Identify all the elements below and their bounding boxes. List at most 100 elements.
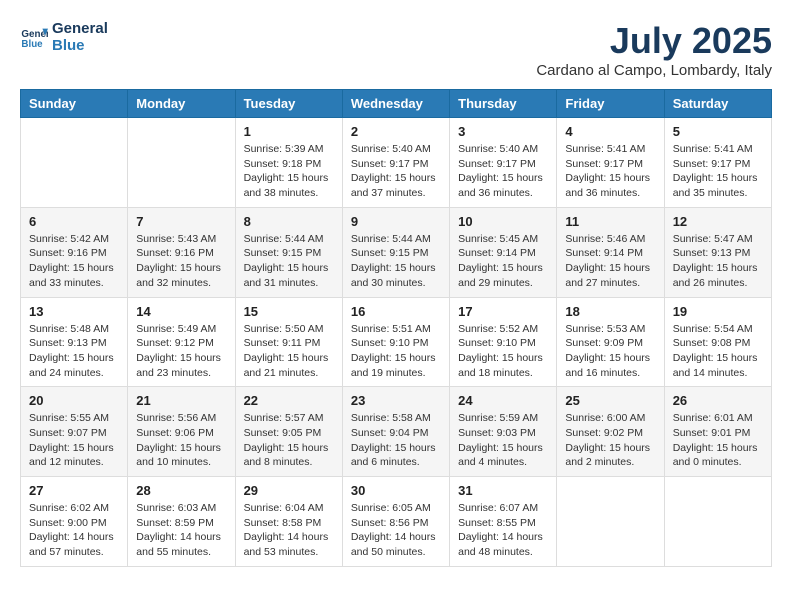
calendar-table: SundayMondayTuesdayWednesdayThursdayFrid… bbox=[20, 89, 772, 567]
calendar-cell bbox=[557, 477, 664, 567]
calendar-week-5: 27 Sunrise: 6:02 AMSunset: 9:00 PMDayligh… bbox=[21, 477, 772, 567]
title-block: July 2025 Cardano al Campo, Lombardy, It… bbox=[536, 20, 772, 79]
day-info: Sunrise: 5:59 AMSunset: 9:03 PMDaylight:… bbox=[458, 411, 548, 470]
calendar-week-1: 1 Sunrise: 5:39 AMSunset: 9:18 PMDaylight… bbox=[21, 118, 772, 208]
calendar-cell: 17 Sunrise: 5:52 AMSunset: 9:10 PMDayligh… bbox=[450, 297, 557, 387]
calendar-cell: 24 Sunrise: 5:59 AMSunset: 9:03 PMDayligh… bbox=[450, 387, 557, 477]
day-number: 12 bbox=[673, 214, 763, 229]
calendar-cell bbox=[21, 118, 128, 208]
calendar-header-saturday: Saturday bbox=[664, 90, 771, 118]
calendar-cell: 4Sunrise: 5:41 AMSunset: 9:17 PMDaylight… bbox=[557, 118, 664, 208]
day-number: 11 bbox=[565, 214, 655, 229]
day-number: 31 bbox=[458, 483, 548, 498]
calendar-header-friday: Friday bbox=[557, 90, 664, 118]
calendar-cell: 16 Sunrise: 5:51 AMSunset: 9:10 PMDayligh… bbox=[342, 297, 449, 387]
day-info: Sunrise: 5:46 AMSunset: 9:14 PMDaylight:… bbox=[565, 232, 655, 291]
calendar-body: 1 Sunrise: 5:39 AMSunset: 9:18 PMDaylight… bbox=[21, 118, 772, 567]
day-number: 22 bbox=[244, 393, 334, 408]
day-info: Sunrise: 5:42 AMSunset: 9:16 PMDaylight:… bbox=[29, 232, 119, 291]
logo-line1: General bbox=[52, 20, 108, 37]
calendar-header-thursday: Thursday bbox=[450, 90, 557, 118]
month-title: July 2025 bbox=[536, 20, 772, 62]
calendar-week-3: 13Sunrise: 5:48 AMSunset: 9:13 PMDayligh… bbox=[21, 297, 772, 387]
day-info: Sunrise: 5:41 AMSunset: 9:17 PMDaylight:… bbox=[673, 142, 763, 201]
day-info: Sunrise: 6:07 AMSunset: 8:55 PMDaylight:… bbox=[458, 501, 548, 560]
day-info: Sunrise: 5:55 AMSunset: 9:07 PMDaylight:… bbox=[29, 411, 119, 470]
calendar-cell: 5Sunrise: 5:41 AMSunset: 9:17 PMDaylight… bbox=[664, 118, 771, 208]
day-info: Sunrise: 5:43 AMSunset: 9:16 PMDaylight:… bbox=[136, 232, 226, 291]
day-number: 3 bbox=[458, 124, 548, 139]
day-info: Sunrise: 5:44 AMSunset: 9:15 PMDaylight:… bbox=[351, 232, 441, 291]
svg-text:Blue: Blue bbox=[21, 39, 43, 50]
day-info: Sunrise: 5:40 AMSunset: 9:17 PMDaylight:… bbox=[458, 142, 548, 201]
calendar-cell bbox=[128, 118, 235, 208]
day-info: Sunrise: 5:40 AMSunset: 9:17 PMDaylight:… bbox=[351, 142, 441, 201]
day-number: 25 bbox=[565, 393, 655, 408]
calendar-cell: 27 Sunrise: 6:02 AMSunset: 9:00 PMDayligh… bbox=[21, 477, 128, 567]
calendar-cell: 26 Sunrise: 6:01 AMSunset: 9:01 PMDayligh… bbox=[664, 387, 771, 477]
day-info: Sunrise: 5:48 AMSunset: 9:13 PMDaylight:… bbox=[29, 322, 119, 381]
day-info: Sunrise: 5:51 AMSunset: 9:10 PMDaylight:… bbox=[351, 322, 441, 381]
day-number: 26 bbox=[673, 393, 763, 408]
calendar-header-tuesday: Tuesday bbox=[235, 90, 342, 118]
day-number: 19 bbox=[673, 304, 763, 319]
day-info: Sunrise: 6:01 AMSunset: 9:01 PMDaylight:… bbox=[673, 411, 763, 470]
calendar-cell: 19 Sunrise: 5:54 AMSunset: 9:08 PMDayligh… bbox=[664, 297, 771, 387]
day-info: Sunrise: 6:02 AMSunset: 9:00 PMDaylight:… bbox=[29, 501, 119, 560]
calendar-week-4: 20 Sunrise: 5:55 AMSunset: 9:07 PMDayligh… bbox=[21, 387, 772, 477]
calendar-cell: 18Sunrise: 5:53 AMSunset: 9:09 PMDayligh… bbox=[557, 297, 664, 387]
day-info: Sunrise: 5:45 AMSunset: 9:14 PMDaylight:… bbox=[458, 232, 548, 291]
calendar-cell: 9 Sunrise: 5:44 AMSunset: 9:15 PMDaylight… bbox=[342, 207, 449, 297]
logo-line2: Blue bbox=[52, 37, 108, 54]
calendar-cell: 29Sunrise: 6:04 AMSunset: 8:58 PMDayligh… bbox=[235, 477, 342, 567]
day-info: Sunrise: 5:52 AMSunset: 9:10 PMDaylight:… bbox=[458, 322, 548, 381]
calendar-header-sunday: Sunday bbox=[21, 90, 128, 118]
calendar-cell: 14 Sunrise: 5:49 AMSunset: 9:12 PMDayligh… bbox=[128, 297, 235, 387]
calendar-cell: 23 Sunrise: 5:58 AMSunset: 9:04 PMDayligh… bbox=[342, 387, 449, 477]
calendar-week-2: 6 Sunrise: 5:42 AMSunset: 9:16 PMDaylight… bbox=[21, 207, 772, 297]
day-number: 8 bbox=[244, 214, 334, 229]
day-info: Sunrise: 6:00 AMSunset: 9:02 PMDaylight:… bbox=[565, 411, 655, 470]
day-number: 1 bbox=[244, 124, 334, 139]
calendar-header-row: SundayMondayTuesdayWednesdayThursdayFrid… bbox=[21, 90, 772, 118]
calendar-cell: 3 Sunrise: 5:40 AMSunset: 9:17 PMDaylight… bbox=[450, 118, 557, 208]
calendar-cell: 13Sunrise: 5:48 AMSunset: 9:13 PMDayligh… bbox=[21, 297, 128, 387]
day-number: 28 bbox=[136, 483, 226, 498]
day-number: 20 bbox=[29, 393, 119, 408]
calendar-cell: 20 Sunrise: 5:55 AMSunset: 9:07 PMDayligh… bbox=[21, 387, 128, 477]
calendar-cell: 2 Sunrise: 5:40 AMSunset: 9:17 PMDaylight… bbox=[342, 118, 449, 208]
day-info: Sunrise: 5:47 AMSunset: 9:13 PMDaylight:… bbox=[673, 232, 763, 291]
day-number: 24 bbox=[458, 393, 548, 408]
day-number: 27 bbox=[29, 483, 119, 498]
calendar-cell: 30Sunrise: 6:05 AMSunset: 8:56 PMDayligh… bbox=[342, 477, 449, 567]
day-number: 2 bbox=[351, 124, 441, 139]
day-info: Sunrise: 5:49 AMSunset: 9:12 PMDaylight:… bbox=[136, 322, 226, 381]
day-number: 14 bbox=[136, 304, 226, 319]
calendar-cell: 21 Sunrise: 5:56 AMSunset: 9:06 PMDayligh… bbox=[128, 387, 235, 477]
day-number: 17 bbox=[458, 304, 548, 319]
calendar-cell: 11 Sunrise: 5:46 AMSunset: 9:14 PMDayligh… bbox=[557, 207, 664, 297]
day-number: 15 bbox=[244, 304, 334, 319]
calendar-cell: 25 Sunrise: 6:00 AMSunset: 9:02 PMDayligh… bbox=[557, 387, 664, 477]
logo: General Blue General Blue bbox=[20, 20, 108, 54]
day-info: Sunrise: 5:56 AMSunset: 9:06 PMDaylight:… bbox=[136, 411, 226, 470]
page-header: General Blue General Blue July 2025 Card… bbox=[20, 20, 772, 79]
calendar-cell: 22Sunrise: 5:57 AMSunset: 9:05 PMDayligh… bbox=[235, 387, 342, 477]
day-number: 23 bbox=[351, 393, 441, 408]
day-number: 21 bbox=[136, 393, 226, 408]
day-number: 9 bbox=[351, 214, 441, 229]
calendar-cell: 10 Sunrise: 5:45 AMSunset: 9:14 PMDayligh… bbox=[450, 207, 557, 297]
day-number: 10 bbox=[458, 214, 548, 229]
calendar-header-monday: Monday bbox=[128, 90, 235, 118]
calendar-cell: 12 Sunrise: 5:47 AMSunset: 9:13 PMDayligh… bbox=[664, 207, 771, 297]
day-number: 18 bbox=[565, 304, 655, 319]
calendar-cell: 15Sunrise: 5:50 AMSunset: 9:11 PMDayligh… bbox=[235, 297, 342, 387]
day-info: Sunrise: 5:58 AMSunset: 9:04 PMDaylight:… bbox=[351, 411, 441, 470]
day-info: Sunrise: 5:54 AMSunset: 9:08 PMDaylight:… bbox=[673, 322, 763, 381]
day-info: Sunrise: 5:39 AMSunset: 9:18 PMDaylight:… bbox=[244, 142, 334, 201]
day-number: 6 bbox=[29, 214, 119, 229]
calendar-cell: 7 Sunrise: 5:43 AMSunset: 9:16 PMDaylight… bbox=[128, 207, 235, 297]
calendar-cell: 1 Sunrise: 5:39 AMSunset: 9:18 PMDaylight… bbox=[235, 118, 342, 208]
day-number: 16 bbox=[351, 304, 441, 319]
day-number: 7 bbox=[136, 214, 226, 229]
